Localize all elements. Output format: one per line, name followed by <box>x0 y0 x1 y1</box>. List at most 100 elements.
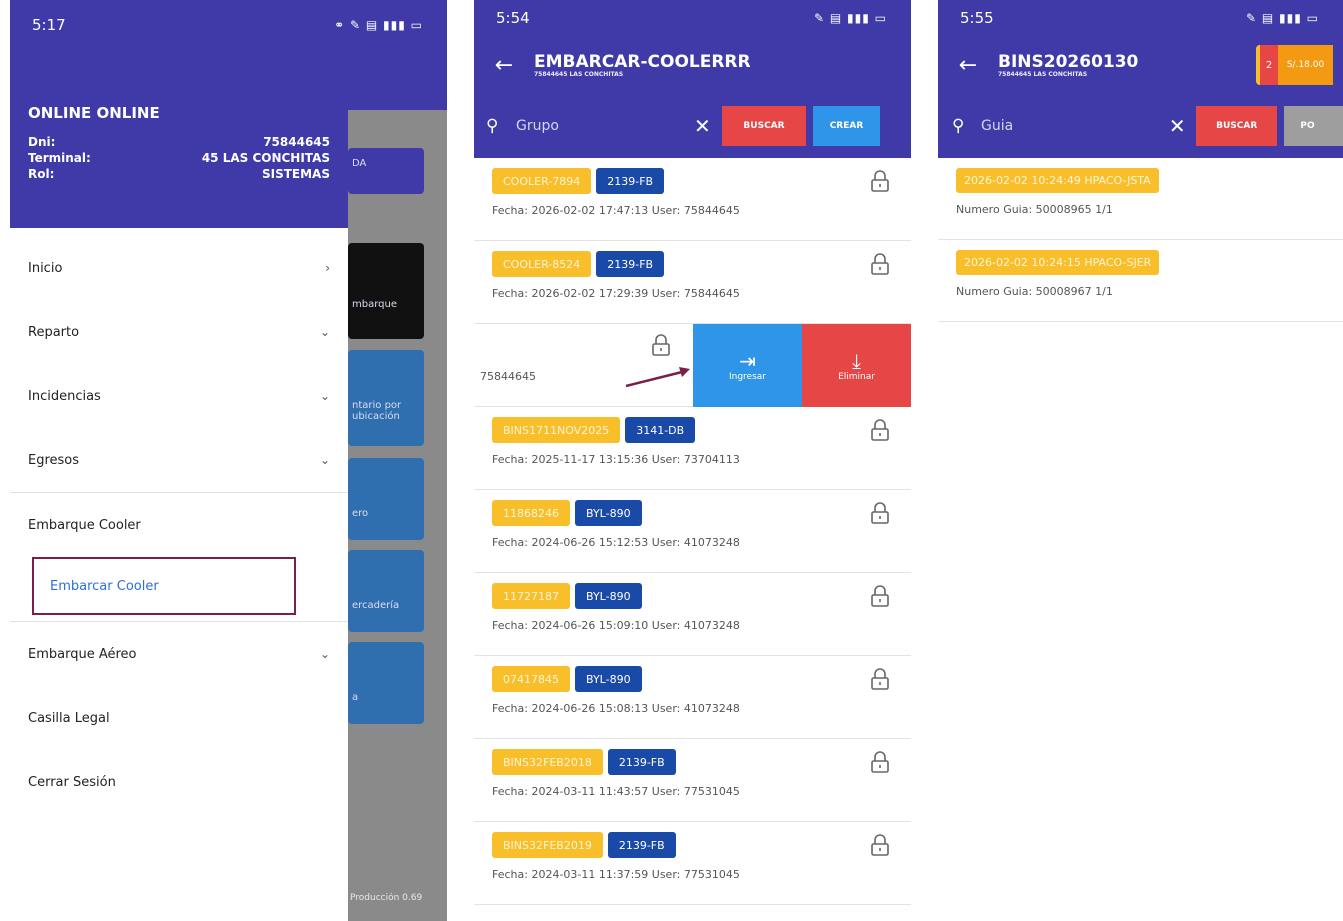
search-input[interactable]: Grupo <box>516 118 694 134</box>
lock-icon <box>871 668 889 690</box>
menu-item-egresos[interactable]: Egresos ⌄ <box>10 428 348 492</box>
group-tag: BINS32FEB2019 <box>492 832 603 858</box>
info-label: Rol: <box>28 167 55 181</box>
group-tag: COOLER-7894 <box>492 168 592 194</box>
menu-item-cerrar-sesion[interactable]: Cerrar Sesión <box>10 750 348 814</box>
close-icon[interactable]: ✕ <box>1169 114 1196 138</box>
chevron-down-icon: ⌄ <box>319 325 330 339</box>
group-tag: 11727187 <box>492 583 570 609</box>
chevron-right-icon: › <box>325 261 330 275</box>
screen-menu: DA mbarque ntario por ubicación ero erca… <box>10 0 447 921</box>
eliminar-label: Eliminar <box>838 371 875 382</box>
list-item[interactable]: 2026-02-02 10:24:15 HPACO-SJER Numero Gu… <box>938 240 1343 322</box>
back-arrow-icon[interactable]: ← <box>938 53 998 78</box>
lock-icon <box>871 585 889 607</box>
summary-badge: 2 S/.18.00 <box>1256 45 1333 85</box>
info-value: 75844645 <box>263 135 330 149</box>
lock-icon <box>871 751 889 773</box>
background-card: mbarque <box>348 243 424 339</box>
menu-label: Incidencias <box>28 388 101 404</box>
menu-item-incidencias[interactable]: Incidencias ⌄ <box>10 364 348 428</box>
submenu-container: Embarcar Cooler <box>10 557 348 621</box>
menu-item-embarque-aereo[interactable]: Embarque Aéreo ⌄ <box>10 622 348 686</box>
list-item[interactable]: 11727187 BYL-890 Fecha: 2024-06-26 15:09:… <box>474 573 911 656</box>
list-item[interactable]: COOLER-7894 2139-FB Fecha: 2026-02-02 17:… <box>474 158 911 241</box>
menu-label: Embarque Aéreo <box>28 646 137 662</box>
menu-item-embarque-cooler[interactable]: Embarque Cooler <box>10 493 348 557</box>
eliminar-button[interactable]: ⤓ Eliminar <box>802 324 911 407</box>
info-label: Dni: <box>28 135 56 149</box>
page-title: EMBARCAR-COOLERRR <box>534 51 751 72</box>
ingresar-label: Ingresar <box>728 371 766 382</box>
menu-label: Inicio <box>28 260 63 276</box>
lock-icon <box>871 834 889 856</box>
group-tag: BINS32FEB2018 <box>492 749 603 775</box>
screen-embarcar-cooler: 5:54 ✎ ▤ ▮▮▮ ▭ ← EMBARCAR-COOLERRR 75844… <box>474 0 911 921</box>
group-tag: 11868246 <box>492 500 570 526</box>
background-card: a <box>348 642 424 724</box>
menu-item-reparto[interactable]: Reparto ⌄ <box>10 300 348 364</box>
plate-tag: 2139-FB <box>596 168 665 194</box>
status-bar: 5:54 ✎ ▤ ▮▮▮ ▭ <box>474 0 911 36</box>
background-card: DA <box>348 148 424 194</box>
info-row-terminal: Terminal: 45 LAS CONCHITAS <box>10 150 348 166</box>
plate-tag: 3141-DB <box>625 417 696 443</box>
search-icon: ⚲ <box>952 116 965 136</box>
list-item[interactable]: 2026-02-02 10:24:49 HPACO-JSTA Numero Gu… <box>938 158 1343 240</box>
lock-icon <box>871 253 889 275</box>
search-input[interactable]: Guia <box>981 118 1169 134</box>
menu-label: Embarque Cooler <box>28 517 141 533</box>
guide-tag: 2026-02-02 10:24:49 HPACO-JSTA <box>956 168 1159 193</box>
buscar-button[interactable]: BUSCAR <box>1196 106 1278 146</box>
list-item[interactable]: BINS32FEB2019 2139-FB Fecha: 2024-03-11 1… <box>474 822 911 905</box>
lock-icon <box>652 334 670 356</box>
submenu-item-embarcar-cooler[interactable]: Embarcar Cooler <box>32 557 296 615</box>
buscar-button[interactable]: BUSCAR <box>722 106 806 146</box>
app-bar: ← EMBARCAR-COOLERRR 75844645 LAS CONCHIT… <box>474 36 911 94</box>
list-item[interactable]: 11868246 BYL-890 Fecha: 2024-06-26 15:12:… <box>474 490 911 573</box>
item-meta: Numero Guia: 50008967 1/1 <box>956 285 1113 298</box>
item-meta: Numero Guia: 50008965 1/1 <box>956 203 1113 216</box>
item-meta: Fecha: 2026-02-02 17:47:13 User: 7584464… <box>492 204 740 217</box>
crear-button[interactable]: CREAR <box>813 106 880 146</box>
plate-tag: 2139-FB <box>607 832 676 858</box>
item-meta: Fecha: 2024-06-26 15:08:13 User: 4107324… <box>492 702 740 715</box>
page-subtitle: 75844645 LAS CONCHITAS <box>534 70 624 78</box>
menu-label: Reparto <box>28 324 80 340</box>
status-bar: 5:17 ⚭ ✎ ▤ ▮▮▮ ▭ <box>10 0 447 50</box>
app-bar: ← BINS20260130 75844645 LAS CONCHITAS 2 … <box>938 36 1343 94</box>
status-time: 5:17 <box>32 16 66 34</box>
status-bar: 5:55 ✎ ▤ ▮▮▮ ▭ <box>938 0 1343 36</box>
swiped-list-item[interactable]: 75844645 ⇥ Ingresar ⤓ Eliminar <box>474 324 911 407</box>
group-tag: BINS1711NOV2025 <box>492 417 621 443</box>
item-meta: Fecha: 2024-03-11 11:43:57 User: 7753104… <box>492 785 740 798</box>
list-item[interactable]: COOLER-8524 2139-FB Fecha: 2026-02-02 17:… <box>474 241 911 324</box>
status-icons: ✎ ▤ ▮▮▮ ▭ <box>814 11 887 25</box>
screen-bins-detail: 5:55 ✎ ▤ ▮▮▮ ▭ ← BINS20260130 75844645 L… <box>938 0 1343 921</box>
plate-tag: BYL-890 <box>575 666 642 692</box>
login-icon: ⇥ <box>739 348 756 373</box>
list-item[interactable]: 07417845 BYL-890 Fecha: 2024-06-26 15:08:… <box>474 656 911 739</box>
po-button[interactable]: PO <box>1284 106 1343 146</box>
close-icon[interactable]: ✕ <box>694 114 722 138</box>
menu-label: Casilla Legal <box>28 710 110 726</box>
plate-tag: BYL-890 <box>575 583 642 609</box>
badge-price: S/.18.00 <box>1278 45 1333 85</box>
menu-item-casilla-legal[interactable]: Casilla Legal <box>10 686 348 750</box>
lock-icon <box>871 419 889 441</box>
list-item[interactable]: BINS1711NOV2025 3141-DB Fecha: 2025-11-17… <box>474 407 911 490</box>
info-row-dni: Dni: 75844645 <box>10 134 348 150</box>
menu-item-inicio[interactable]: Inicio › <box>10 236 348 300</box>
background-card: ercadería <box>348 550 424 632</box>
item-meta: Fecha: 2026-02-02 17:29:39 User: 7584464… <box>492 287 740 300</box>
back-arrow-icon[interactable]: ← <box>474 53 534 78</box>
lock-icon <box>871 170 889 192</box>
search-bar: ⚲ Grupo ✕ BUSCAR CREAR <box>474 94 911 158</box>
download-icon: ⤓ <box>852 348 861 373</box>
arrow-annotation-icon <box>625 367 690 388</box>
user-info: Dni: 75844645 Terminal: 45 LAS CONCHITAS R… <box>10 134 348 182</box>
chevron-down-icon: ⌄ <box>319 389 330 403</box>
search-icon: ⚲ <box>486 116 499 136</box>
ingresar-button[interactable]: ⇥ Ingresar <box>693 324 802 407</box>
list-item[interactable]: BINS32FEB2018 2139-FB Fecha: 2024-03-11 1… <box>474 739 911 822</box>
